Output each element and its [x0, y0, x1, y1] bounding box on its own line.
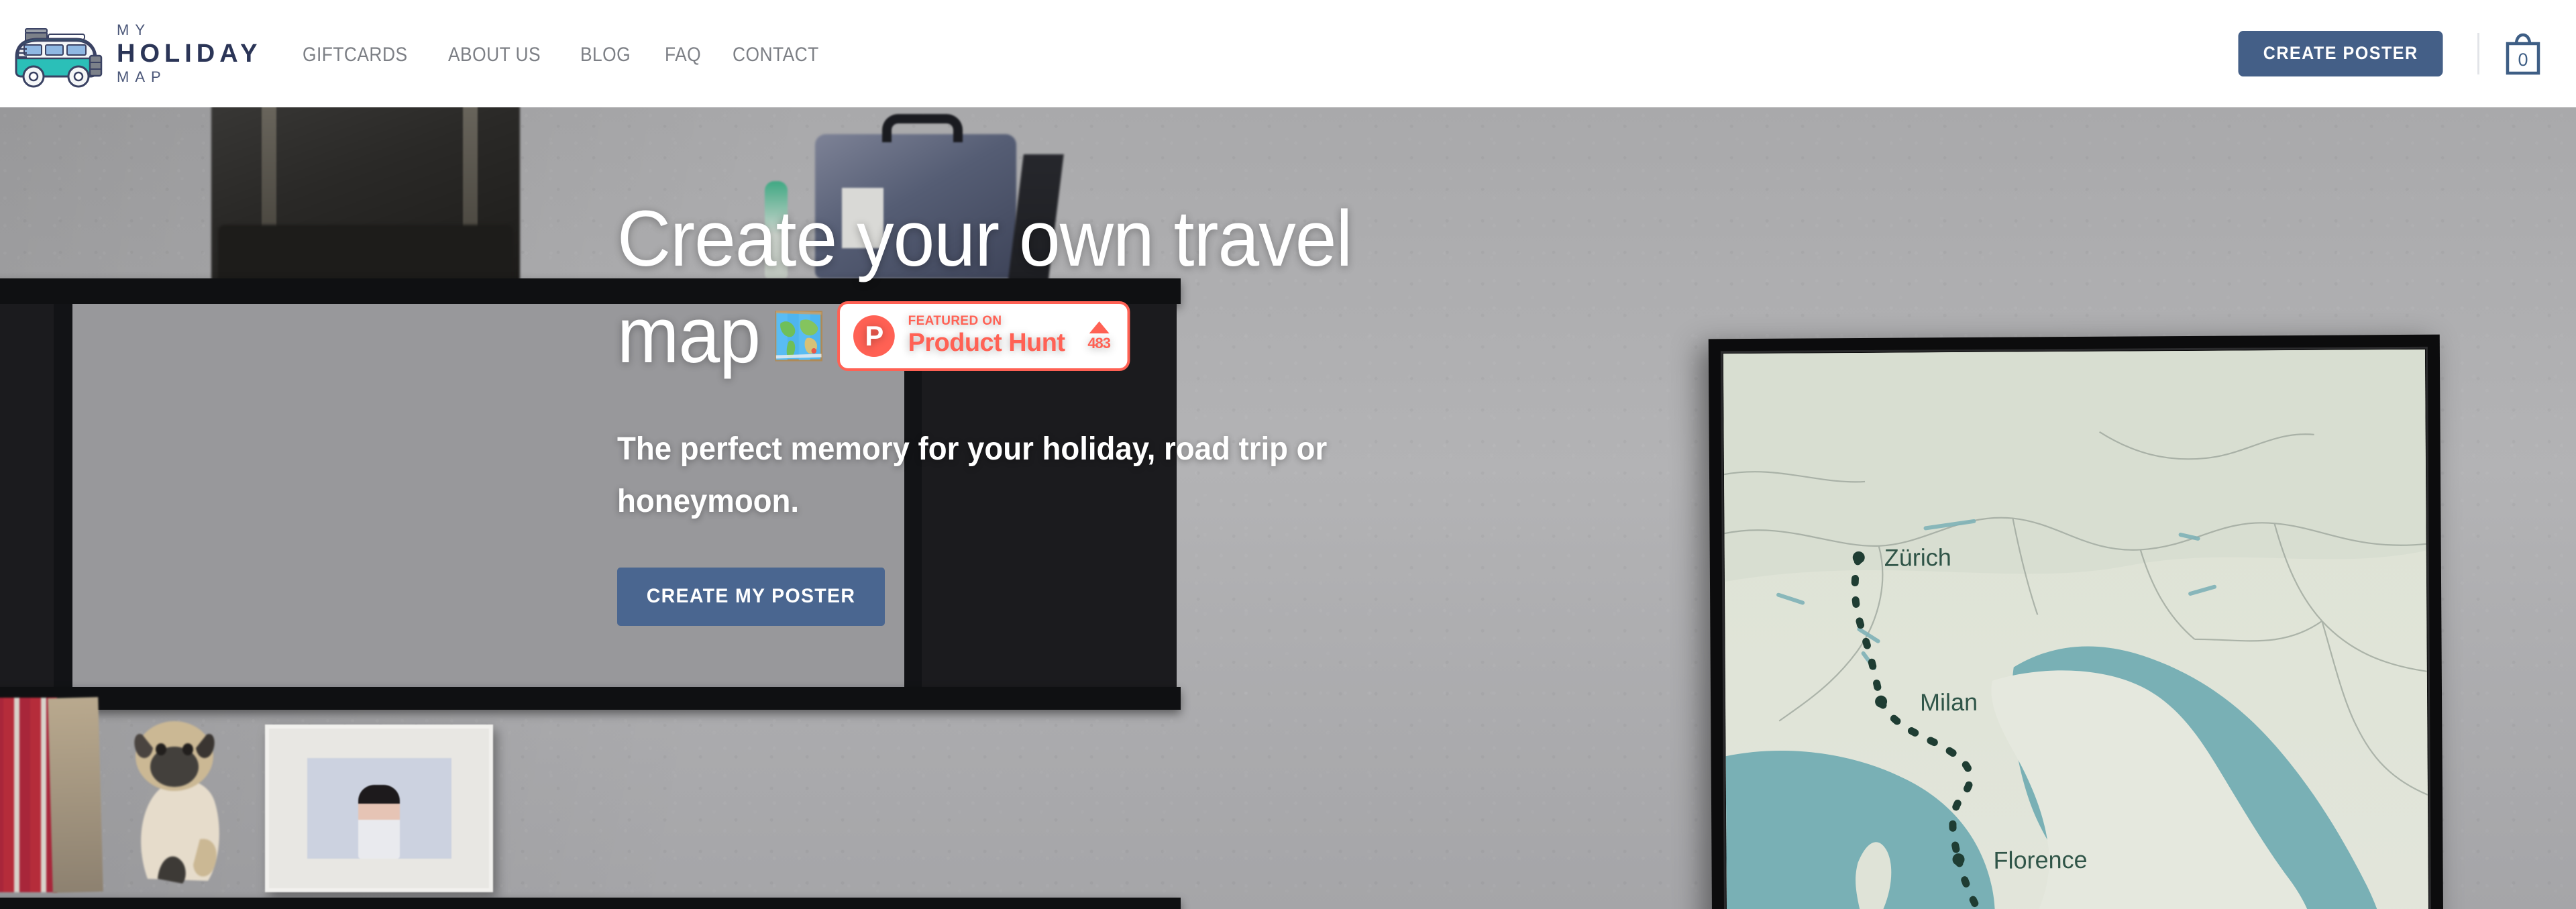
logo-line-holiday: HOLIDAY [117, 40, 262, 68]
product-hunt-text: FEATURED ON Product Hunt [908, 314, 1065, 358]
nav-item-faq[interactable]: FAQ [665, 44, 701, 66]
camper-van-icon [7, 17, 107, 91]
nav-item-giftcards[interactable]: GIFTCARDS [303, 44, 408, 66]
svg-text:Milan: Milan [1920, 688, 1978, 716]
logo-line-map: MAP [117, 68, 167, 85]
svg-text:Zürich: Zürich [1884, 543, 1951, 572]
hero-subtitle: The perfect memory for your holiday, roa… [617, 431, 1328, 519]
nav-item-blog[interactable]: BLOG [580, 44, 631, 66]
picture-frame-artwork [307, 758, 451, 859]
create-poster-button[interactable]: CREATE POSTER [2238, 31, 2443, 76]
cart-button[interactable]: 0 [2502, 30, 2544, 78]
logo-line-my: MY [117, 21, 151, 38]
hero-content: Create your own travel map P FEATURED ON… [617, 107, 1758, 909]
product-hunt-badge[interactable]: P FEATURED ON Product Hunt 483 [837, 301, 1130, 371]
hero-title-line2: map [617, 290, 761, 380]
create-my-poster-button[interactable]: CREATE MY POSTER [617, 568, 885, 627]
header-divider [2477, 33, 2479, 74]
product-hunt-name: Product Hunt [908, 329, 1065, 358]
hero-title-line1: Create your own travel [617, 195, 1352, 283]
framed-map-poster: Zürich Milan Florence Rome Bari [1708, 334, 2445, 909]
portrait-figure [358, 785, 400, 859]
product-hunt-upvote[interactable]: 483 [1087, 321, 1111, 352]
hero-section: Zürich Milan Florence Rome Bari Create y… [0, 107, 2576, 909]
world-map-emoji [774, 309, 823, 364]
svg-text:Florence: Florence [1993, 846, 2087, 874]
product-hunt-upvote-count: 483 [1087, 334, 1111, 352]
route-dot-zurich [1852, 551, 1865, 564]
map-poster-artwork: Zürich Milan Florence Rome Bari [1723, 349, 2430, 909]
pug-figurine [107, 708, 262, 886]
product-hunt-logo-icon: P [853, 315, 895, 357]
white-picture-frame [265, 725, 493, 892]
route-dot-milan [1875, 695, 1888, 708]
shelf-post-left [54, 304, 72, 693]
upvote-arrow-icon [1088, 321, 1109, 333]
nav-item-about-us[interactable]: ABOUT US [448, 44, 541, 66]
cart-count: 0 [2518, 50, 2528, 70]
logo[interactable]: MY HOLIDAY MAP [7, 17, 262, 91]
site-header: MY HOLIDAY MAP GIFTCARDS ABOUT US BLOG F… [0, 0, 2576, 107]
hero-title-line2-row: map P FEATURED ON Product Hunt 483 [617, 288, 1450, 384]
product-hunt-featured-label: FEATURED ON [908, 314, 1002, 329]
route-dot-florence [1952, 853, 1965, 866]
nav-item-contact[interactable]: CONTACT [733, 44, 819, 66]
hero-title: Create your own travel map P FEATURED ON… [617, 191, 1450, 384]
main-navigation: GIFTCARDS ABOUT US BLOG FAQ CONTACT [303, 41, 831, 66]
book-tan [48, 697, 103, 893]
header-actions: CREATE POSTER 0 [2231, 30, 2544, 78]
